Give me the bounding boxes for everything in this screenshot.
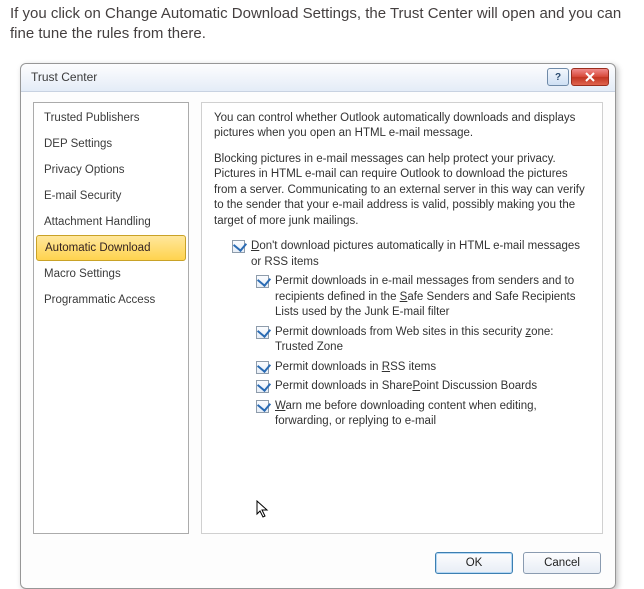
content-para-2: Blocking pictures in e-mail messages can… <box>214 152 590 230</box>
label-permit-rss: Permit downloads in RSS items <box>275 360 590 376</box>
sidebar-item-privacy-options[interactable]: Privacy Options <box>34 157 188 183</box>
check-permit-trusted-zone: Permit downloads from Web sites in this … <box>214 325 590 356</box>
label-permit-safe-senders: Permit downloads in e-mail messages from… <box>275 274 590 321</box>
sidebar-item-email-security[interactable]: E-mail Security <box>34 183 188 209</box>
checkbox-permit-sharepoint[interactable] <box>256 380 269 393</box>
check-warn-before-download: Warn me before downloading content when … <box>214 399 590 430</box>
check-permit-rss: Permit downloads in RSS items <box>214 360 590 376</box>
label-dont-download: Don't download pictures automatically in… <box>251 239 590 270</box>
dialog-title: Trust Center <box>31 70 545 84</box>
intro-text: If you click on Change Automatic Downloa… <box>0 0 644 55</box>
titlebar: Trust Center <box>21 64 615 92</box>
label-permit-trusted-zone: Permit downloads from Web sites in this … <box>275 325 590 356</box>
check-permit-safe-senders: Permit downloads in e-mail messages from… <box>214 274 590 321</box>
sidebar-item-attachment-handling[interactable]: Attachment Handling <box>34 209 188 235</box>
sidebar-item-trusted-publishers[interactable]: Trusted Publishers <box>34 105 188 131</box>
trust-center-dialog: Trust Center Trusted Publishers DEP Sett… <box>20 63 616 589</box>
sidebar-item-automatic-download[interactable]: Automatic Download <box>36 235 186 261</box>
close-icon <box>585 72 595 82</box>
dialog-body: Trusted Publishers DEP Settings Privacy … <box>21 92 615 544</box>
sidebar-item-dep-settings[interactable]: DEP Settings <box>34 131 188 157</box>
sidebar-item-macro-settings[interactable]: Macro Settings <box>34 261 188 287</box>
help-button[interactable] <box>547 68 569 86</box>
checkbox-permit-safe-senders[interactable] <box>256 275 269 288</box>
content-para-1: You can control whether Outlook automati… <box>214 111 590 142</box>
close-button[interactable] <box>571 68 609 86</box>
checkbox-permit-rss[interactable] <box>256 361 269 374</box>
cancel-button[interactable]: Cancel <box>523 552 601 574</box>
sidebar-item-programmatic-access[interactable]: Programmatic Access <box>34 287 188 313</box>
checkbox-permit-trusted-zone[interactable] <box>256 326 269 339</box>
content-pane: You can control whether Outlook automati… <box>201 102 603 534</box>
check-dont-download: Don't download pictures automatically in… <box>214 239 590 270</box>
checkbox-warn-before-download[interactable] <box>256 400 269 413</box>
label-permit-sharepoint: Permit downloads in SharePoint Discussio… <box>275 379 590 395</box>
sidebar: Trusted Publishers DEP Settings Privacy … <box>33 102 189 534</box>
mouse-cursor-icon <box>256 500 270 520</box>
dialog-footer: OK Cancel <box>21 544 615 588</box>
checkbox-dont-download[interactable] <box>232 240 245 253</box>
ok-button[interactable]: OK <box>435 552 513 574</box>
check-permit-sharepoint: Permit downloads in SharePoint Discussio… <box>214 379 590 395</box>
label-warn-before-download: Warn me before downloading content when … <box>275 399 590 430</box>
